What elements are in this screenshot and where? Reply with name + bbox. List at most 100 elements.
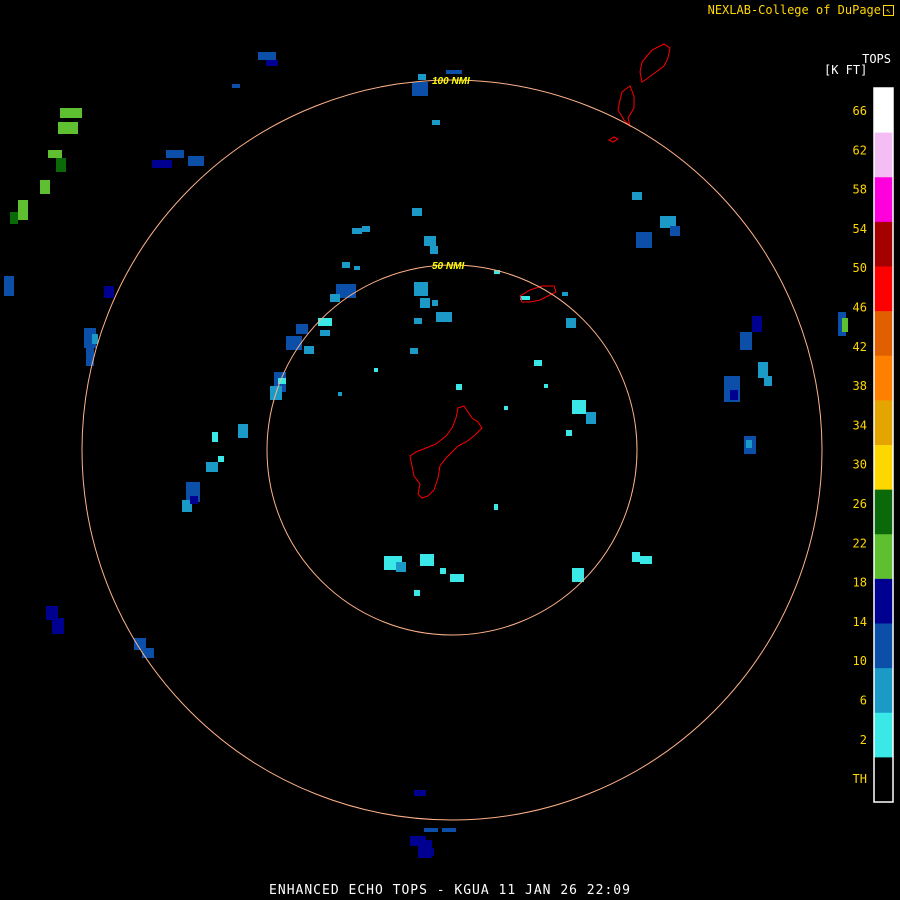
scale-swatch [874, 88, 893, 134]
echo-cell [286, 336, 302, 350]
echo-cells [4, 52, 848, 858]
scale-swatch [874, 668, 893, 714]
color-scale: 66625854504642383430262218141062TH [853, 87, 894, 803]
echo-cell [504, 406, 508, 410]
echo-cell [446, 70, 462, 74]
aguijan-coastline [607, 136, 620, 143]
echo-cell [430, 246, 438, 254]
echo-cell [418, 74, 426, 80]
echo-cell [104, 286, 114, 298]
echo-cell [670, 226, 680, 236]
echo-cell [266, 60, 278, 66]
scale-label: 62 [853, 143, 867, 157]
echo-cell [442, 828, 456, 832]
scale-label: 22 [853, 536, 867, 550]
credit-label: NEXLAB-College of DuPage ↖ [708, 3, 894, 17]
echo-cell [40, 180, 50, 194]
echo-cell [232, 84, 240, 88]
echo-cell [420, 298, 430, 308]
scale-label: 18 [853, 576, 867, 590]
scale-label: 14 [853, 615, 867, 629]
echo-cell [190, 496, 198, 504]
echo-cell [412, 208, 422, 216]
echo-cell [440, 568, 446, 574]
scale-label: 34 [853, 418, 867, 432]
echo-cell [296, 324, 308, 334]
echo-cell [60, 108, 82, 118]
corner-arrow-icon: ↖ [883, 5, 894, 16]
echo-cell [420, 554, 434, 566]
echo-cell [58, 122, 78, 134]
scale-label: 10 [853, 654, 867, 668]
scale-swatch [874, 266, 893, 312]
echo-cell [586, 412, 596, 424]
scale-label: 2 [860, 733, 867, 747]
product-caption: ENHANCED ECHO TOPS - KGUA 11 JAN 26 22:0… [269, 883, 631, 898]
echo-cell [396, 562, 406, 572]
scale-swatch [874, 355, 893, 401]
echo-cell [636, 232, 652, 248]
scale-swatch [874, 489, 893, 535]
echo-cell [740, 332, 752, 350]
echo-cell [354, 266, 360, 270]
echo-cell [494, 504, 498, 510]
echo-cell [842, 318, 848, 332]
echo-cell [544, 384, 548, 388]
echo-cell [52, 618, 64, 634]
echo-cell [632, 552, 640, 562]
echo-cell [142, 648, 154, 658]
scale-swatch [874, 757, 893, 803]
echo-cell [18, 200, 28, 220]
echo-cell [56, 158, 66, 172]
echo-cell [48, 150, 62, 158]
echo-cell [338, 392, 342, 396]
scale-label: 38 [853, 379, 867, 393]
range-rings: 50 NMI 100 NMI [81, 76, 823, 821]
echo-cell [414, 318, 422, 324]
scale-swatch [874, 445, 893, 491]
echo-cell [46, 606, 58, 620]
echo-cell [330, 294, 340, 302]
echo-cell [410, 348, 418, 354]
echo-cell [218, 456, 224, 462]
echo-cell [414, 590, 420, 596]
echo-cell [640, 556, 652, 564]
echo-cell [420, 848, 434, 856]
scale-swatch [874, 712, 893, 758]
scale-label: 6 [860, 694, 867, 708]
echo-cell [572, 400, 586, 414]
echo-cell [566, 318, 576, 328]
scale-label: 30 [853, 458, 867, 472]
echo-cell [238, 424, 248, 438]
echo-cell [758, 362, 768, 378]
echo-cell [4, 276, 14, 296]
echo-cell [318, 318, 332, 326]
echo-cell [752, 316, 762, 332]
echo-cell [566, 430, 572, 436]
saipan-coastline [639, 43, 671, 83]
echo-cell [414, 790, 426, 796]
scale-label: 66 [853, 104, 867, 118]
echo-cell [450, 574, 464, 582]
echo-cell [534, 360, 542, 366]
scale-title: TOPS [K FT] [822, 52, 896, 78]
echo-cell [572, 568, 584, 582]
echo-cell [432, 300, 438, 306]
echo-cell [166, 150, 184, 158]
scale-swatch [874, 534, 893, 580]
echo-cell [746, 440, 752, 448]
credit-text: NEXLAB-College of DuPage [707, 3, 881, 17]
echo-cell [352, 228, 362, 234]
echo-cell [362, 226, 370, 232]
scale-swatch [874, 132, 893, 178]
echo-cell [436, 312, 452, 322]
echo-cell [152, 160, 172, 168]
scale-label: 46 [853, 301, 867, 315]
range-ring-label: 100 NMI [432, 76, 470, 87]
echo-cell [456, 384, 462, 390]
echo-cell [10, 212, 18, 224]
echo-cell [206, 462, 218, 472]
scale-swatch [874, 623, 893, 669]
echo-cell [632, 192, 642, 200]
echo-cell [188, 156, 204, 166]
